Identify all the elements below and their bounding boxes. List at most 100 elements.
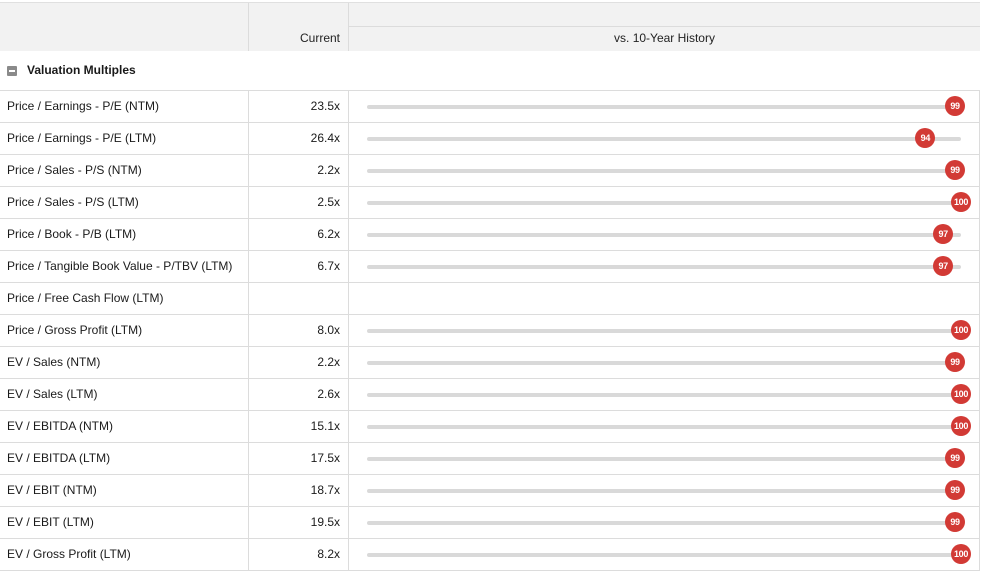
table-row[interactable]: Price / Tangible Book Value - P/TBV (LTM… [0,251,980,283]
metric-label: EV / EBITDA (LTM) [7,451,111,465]
table-row[interactable]: Price / Book - P/B (LTM) 6.2x 97 [0,219,980,251]
current-value: 2.5x [317,195,340,209]
current-value: 6.7x [317,259,340,273]
column-divider [348,411,349,443]
percentile-marker[interactable]: 97 [933,256,954,276]
table-row[interactable]: Price / Gross Profit (LTM) 8.0x 100 [0,315,980,347]
valuation-table: Current vs. 10-Year History Valuation Mu… [0,0,982,571]
column-divider [979,251,980,283]
history-range-track [367,425,961,429]
percentile-marker[interactable]: 100 [951,320,971,340]
current-value: 8.2x [317,547,340,561]
metric-label: Price / Tangible Book Value - P/TBV (LTM… [7,259,233,273]
column-divider [979,475,980,507]
column-divider [348,539,349,571]
percentile-marker[interactable]: 100 [951,384,971,404]
current-value: 2.2x [317,355,340,369]
table-row[interactable]: EV / EBIT (LTM) 19.5x 99 [0,507,980,539]
table-row[interactable]: Price / Earnings - P/E (LTM) 26.4x 94 [0,123,980,155]
table-header: Current vs. 10-Year History [0,2,980,52]
collapse-minus-icon[interactable] [7,66,17,76]
column-divider [979,283,980,315]
history-range-track [367,553,961,557]
column-divider [348,91,349,123]
history-range-track [367,137,961,141]
current-value: 15.1x [310,419,340,433]
column-divider [979,507,980,539]
history-column-header[interactable]: vs. 10-Year History [349,31,980,45]
column-divider [979,315,980,347]
history-range-track [367,393,961,397]
table-row[interactable]: EV / Sales (LTM) 2.6x 100 [0,379,980,411]
current-value: 6.2x [317,227,340,241]
column-divider [348,347,349,379]
history-range-track [367,457,961,461]
percentile-marker[interactable]: 99 [945,352,966,372]
history-range-track [367,489,961,493]
column-divider [348,315,349,347]
column-divider [348,475,349,507]
column-divider [979,539,980,571]
column-divider [979,123,980,155]
column-divider [348,379,349,411]
column-divider [979,443,980,475]
current-value: 19.5x [310,515,340,529]
current-value: 26.4x [310,131,340,145]
metric-label: Price / Book - P/B (LTM) [7,227,137,241]
column-divider [348,283,349,315]
percentile-marker[interactable]: 99 [945,96,966,116]
column-divider [979,411,980,443]
percentile-marker[interactable]: 100 [951,416,971,436]
column-divider [979,379,980,411]
column-divider [979,347,980,379]
history-range-track [367,233,961,237]
metric-label: Price / Sales - P/S (LTM) [7,195,139,209]
percentile-marker[interactable]: 99 [945,480,966,500]
percentile-marker[interactable]: 100 [951,192,971,212]
metric-label: Price / Sales - P/S (NTM) [7,163,142,177]
metric-label: EV / Gross Profit (LTM) [7,547,131,561]
metric-label: EV / Sales (LTM) [7,387,98,401]
percentile-marker[interactable]: 99 [945,160,966,180]
percentile-marker[interactable]: 100 [951,544,971,564]
metric-label: EV / Sales (NTM) [7,355,101,369]
percentile-marker[interactable]: 97 [933,224,954,244]
table-row[interactable]: Price / Earnings - P/E (NTM) 23.5x 99 [0,91,980,123]
metric-label: EV / EBIT (NTM) [7,483,97,497]
percentile-marker[interactable]: 99 [945,512,966,532]
column-divider [348,155,349,187]
metric-label: EV / EBIT (LTM) [7,515,94,529]
table-row[interactable]: Price / Sales - P/S (LTM) 2.5x 100 [0,187,980,219]
column-divider [979,219,980,251]
table-row[interactable]: EV / EBITDA (NTM) 15.1x 100 [0,411,980,443]
section-valuation-multiples[interactable]: Valuation Multiples [0,51,980,91]
current-value: 17.5x [310,451,340,465]
column-divider [348,251,349,283]
column-divider [979,155,980,187]
column-divider [348,187,349,219]
section-title: Valuation Multiples [27,63,136,77]
table-row[interactable]: Price / Free Cash Flow (LTM) [0,283,980,315]
current-value: 23.5x [310,99,340,113]
table-body: Price / Earnings - P/E (NTM) 23.5x 99 Price… [0,91,980,571]
current-value: 18.7x [310,483,340,497]
column-divider [348,219,349,251]
table-row[interactable]: EV / Gross Profit (LTM) 8.2x 100 [0,539,980,571]
table-row[interactable]: EV / EBIT (NTM) 18.7x 99 [0,475,980,507]
current-value: 2.2x [317,163,340,177]
header-divider [349,26,980,27]
percentile-marker[interactable]: 99 [945,448,966,468]
percentile-marker[interactable]: 94 [915,128,936,148]
current-column-header[interactable]: Current [249,31,340,45]
history-range-track [367,169,961,173]
history-range-track [367,361,961,365]
current-value: 8.0x [317,323,340,337]
column-divider [979,187,980,219]
column-divider [348,123,349,155]
table-row[interactable]: Price / Sales - P/S (NTM) 2.2x 99 [0,155,980,187]
metric-label: Price / Gross Profit (LTM) [7,323,143,337]
history-range-track [367,521,961,525]
history-range-track [367,105,961,109]
table-row[interactable]: EV / Sales (NTM) 2.2x 99 [0,347,980,379]
table-row[interactable]: EV / EBITDA (LTM) 17.5x 99 [0,443,980,475]
